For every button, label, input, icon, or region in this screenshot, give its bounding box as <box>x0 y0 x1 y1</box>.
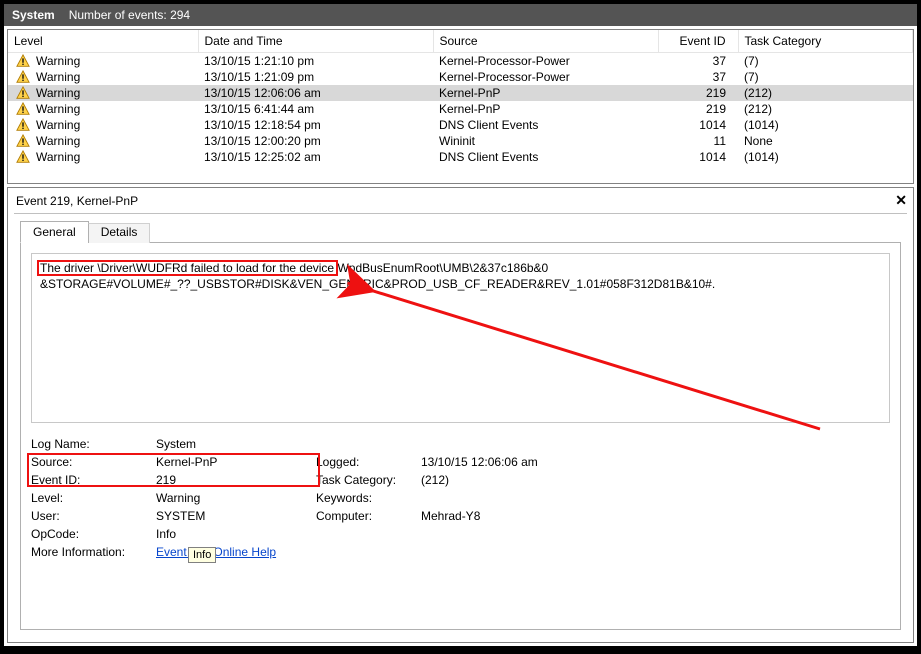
source-cell: Kernel-PnP <box>433 101 658 117</box>
keywords-value <box>421 491 601 505</box>
opcode-value: Info <box>156 527 601 541</box>
description-text-2: &STORAGE#VOLUME#_??_USBSTOR#DISK&VEN_GEN… <box>40 277 715 291</box>
date-cell: 13/10/15 12:25:02 am <box>198 149 433 165</box>
level-text: Warning <box>36 134 80 148</box>
level-value: Warning <box>156 491 316 505</box>
eventid-cell: 219 <box>658 85 738 101</box>
computer-label: Computer: <box>316 509 421 523</box>
source-cell: Kernel-Processor-Power <box>433 53 658 70</box>
date-cell: 13/10/15 1:21:09 pm <box>198 69 433 85</box>
description-text-1b: WpdBusEnumRoot\UMB\2&37c186b&0 <box>337 261 548 275</box>
level-text: Warning <box>36 150 80 164</box>
source-cell: Kernel-PnP <box>433 85 658 101</box>
events-list-panel: Level Date and Time Source Event ID Task… <box>7 29 914 184</box>
opcode-label: OpCode: <box>31 527 156 541</box>
source-cell: Kernel-Processor-Power <box>433 69 658 85</box>
table-row[interactable]: Warning 13/10/15 1:21:10 pmKernel-Process… <box>8 53 913 70</box>
col-header-source[interactable]: Source <box>433 30 658 53</box>
close-icon[interactable]: ✕ <box>895 192 907 209</box>
eventid-cell: 1014 <box>658 117 738 133</box>
date-cell: 13/10/15 12:06:06 am <box>198 85 433 101</box>
table-row[interactable]: Warning 13/10/15 12:18:54 pmDNS Client Ev… <box>8 117 913 133</box>
table-row[interactable]: Warning 13/10/15 12:25:02 amDNS Client Ev… <box>8 149 913 165</box>
eventid-label: Event ID: <box>31 473 156 487</box>
keywords-label: Keywords: <box>316 491 421 505</box>
events-table-scroll[interactable]: Level Date and Time Source Event ID Task… <box>8 30 913 183</box>
task-cell: (212) <box>738 101 913 117</box>
warning-icon <box>16 54 30 68</box>
level-text: Warning <box>36 102 80 116</box>
level-label: Level: <box>31 491 156 505</box>
task-cell: (1014) <box>738 117 913 133</box>
log-channel-name: System <box>12 8 55 22</box>
warning-icon <box>16 118 30 132</box>
warning-icon <box>16 150 30 164</box>
level-text: Warning <box>36 70 80 84</box>
task-cell: (7) <box>738 53 913 70</box>
logname-label: Log Name: <box>31 437 156 451</box>
source-cell: DNS Client Events <box>433 117 658 133</box>
table-row[interactable]: Warning 13/10/15 12:06:06 amKernel-PnP219… <box>8 85 913 101</box>
logname-value: System <box>156 437 601 451</box>
date-cell: 13/10/15 12:18:54 pm <box>198 117 433 133</box>
date-cell: 13/10/15 12:00:20 pm <box>198 133 433 149</box>
warning-icon <box>16 86 30 100</box>
task-cell: (1014) <box>738 149 913 165</box>
table-row[interactable]: Warning 13/10/15 1:21:09 pmKernel-Process… <box>8 69 913 85</box>
level-text: Warning <box>36 54 80 68</box>
tab-details[interactable]: Details <box>88 223 151 243</box>
eventid-value: 219 <box>156 473 316 487</box>
tooltip: Info <box>188 547 216 563</box>
source-cell: DNS Client Events <box>433 149 658 165</box>
event-count-label: Number of events: 294 <box>69 8 190 22</box>
date-cell: 13/10/15 1:21:10 pm <box>198 53 433 70</box>
table-row[interactable]: Warning 13/10/15 6:41:44 amKernel-PnP219(… <box>8 101 913 117</box>
level-text: Warning <box>36 86 80 100</box>
taskcat-label: Task Category: <box>316 473 421 487</box>
detail-title: Event 219, Kernel-PnP <box>16 194 138 208</box>
event-description[interactable]: The driver \Driver\WUDFRd failed to load… <box>31 253 890 423</box>
moreinfo-label: More Information: <box>31 545 156 559</box>
logged-value: 13/10/15 12:06:06 am <box>421 455 601 469</box>
task-cell: None <box>738 133 913 149</box>
user-label: User: <box>31 509 156 523</box>
event-detail-panel: Event 219, Kernel-PnP ✕ General Details … <box>7 187 914 643</box>
date-cell: 13/10/15 6:41:44 am <box>198 101 433 117</box>
warning-icon <box>16 102 30 116</box>
table-row[interactable]: Warning 13/10/15 12:00:20 pmWininit11None <box>8 133 913 149</box>
eventid-cell: 37 <box>658 53 738 70</box>
col-header-eventid[interactable]: Event ID <box>658 30 738 53</box>
col-header-task[interactable]: Task Category <box>738 30 913 53</box>
eventid-cell: 219 <box>658 101 738 117</box>
warning-icon <box>16 134 30 148</box>
task-cell: (7) <box>738 69 913 85</box>
tab-general[interactable]: General <box>20 221 89 243</box>
level-text: Warning <box>36 118 80 132</box>
description-highlighted: The driver \Driver\WUDFRd failed to load… <box>40 261 337 275</box>
eventid-cell: 11 <box>658 133 738 149</box>
computer-value: Mehrad-Y8 <box>421 509 601 523</box>
eventid-cell: 1014 <box>658 149 738 165</box>
taskcat-value: (212) <box>421 473 601 487</box>
title-bar: System Number of events: 294 <box>4 4 917 26</box>
user-value: SYSTEM <box>156 509 316 523</box>
task-cell: (212) <box>738 85 913 101</box>
eventid-cell: 37 <box>658 69 738 85</box>
source-label: Source: <box>31 455 156 469</box>
warning-icon <box>16 70 30 84</box>
source-cell: Wininit <box>433 133 658 149</box>
events-table: Level Date and Time Source Event ID Task… <box>8 30 913 165</box>
source-value: Kernel-PnP <box>156 455 316 469</box>
logged-label: Logged: <box>316 455 421 469</box>
col-header-level[interactable]: Level <box>8 30 198 53</box>
col-header-date[interactable]: Date and Time <box>198 30 433 53</box>
